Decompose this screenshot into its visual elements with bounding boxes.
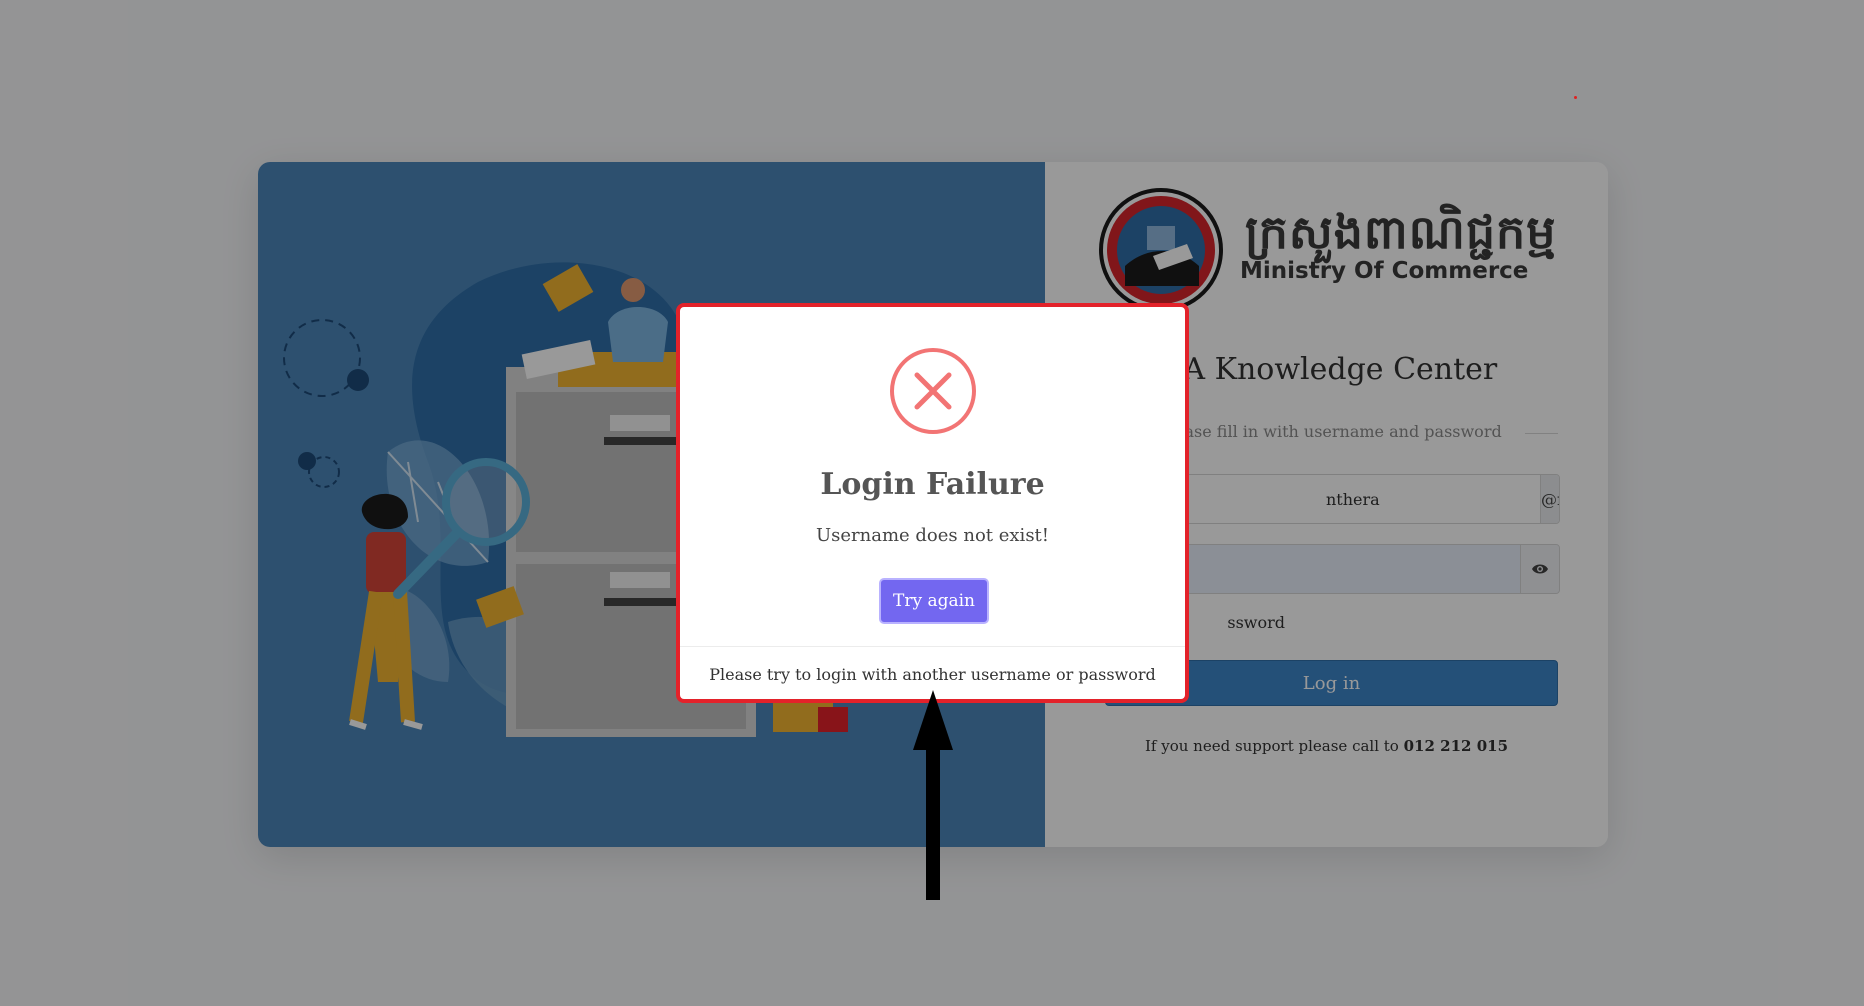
up-arrow-icon <box>913 690 953 900</box>
dialog-footer-text: Please try to login with another usernam… <box>709 665 1156 684</box>
dialog-title: Login Failure <box>820 467 1045 502</box>
login-failure-dialog: Login Failure Username does not exist! T… <box>676 303 1189 703</box>
try-again-button[interactable]: Try again <box>879 578 989 624</box>
dialog-message: Username does not exist! <box>815 525 1050 546</box>
red-dot <box>1574 96 1577 99</box>
error-x-circle-icon <box>890 348 976 434</box>
dialog-divider <box>680 646 1185 647</box>
